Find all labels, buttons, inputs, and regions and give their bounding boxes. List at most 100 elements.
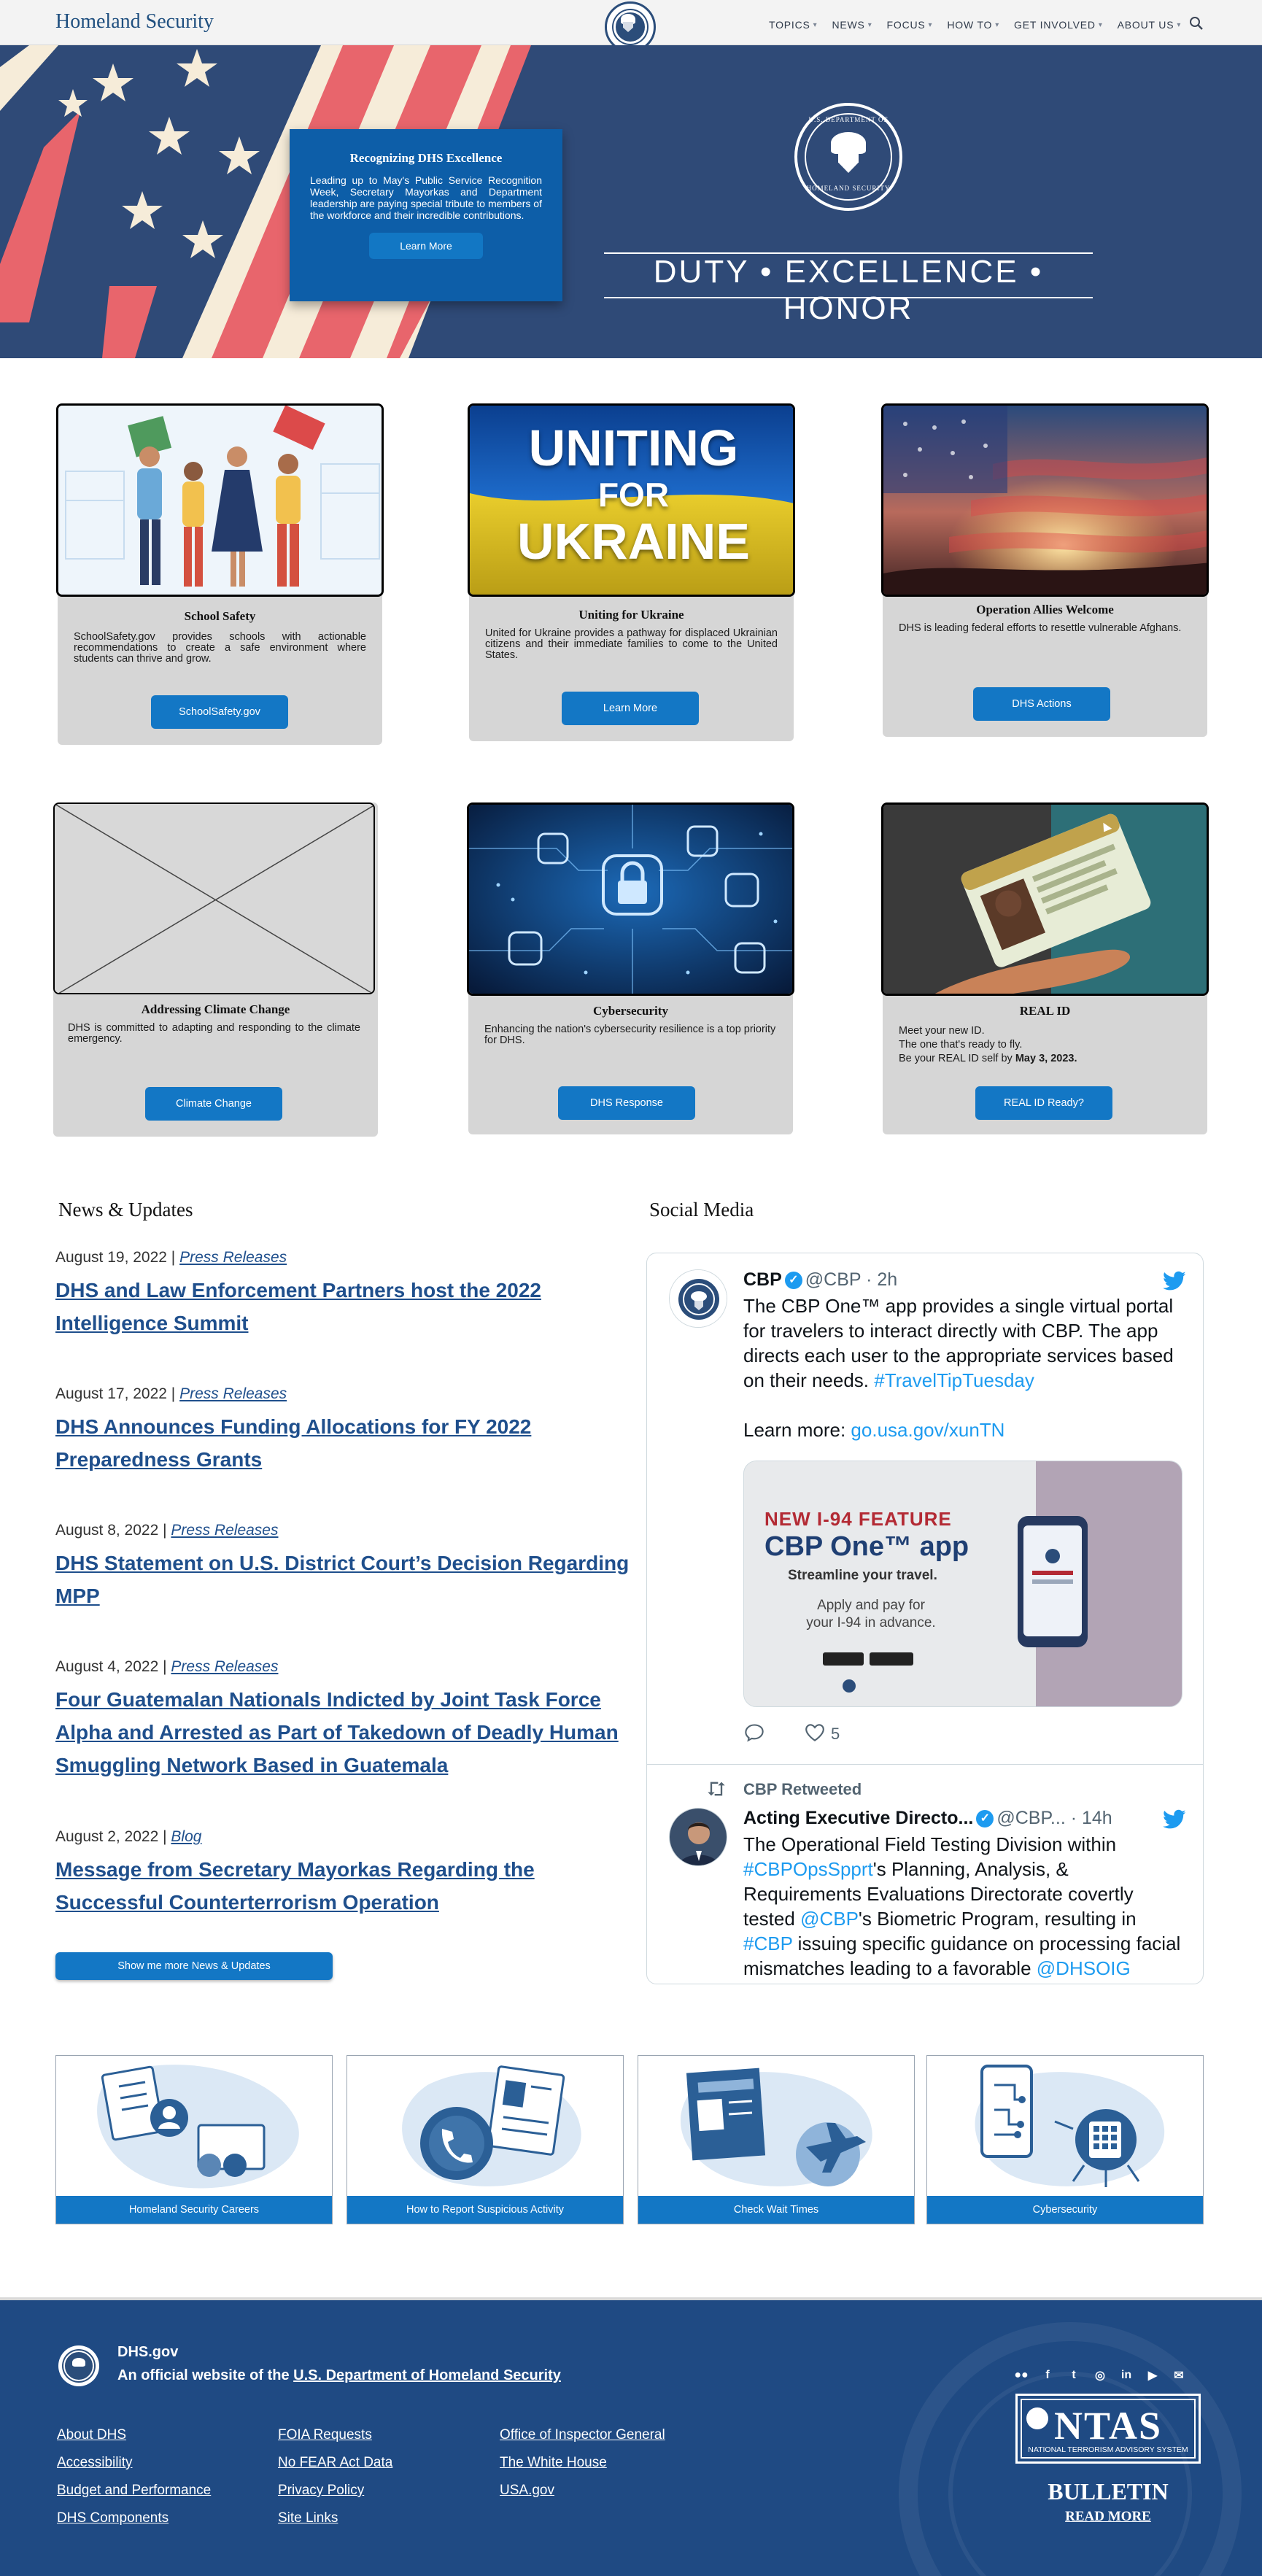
footer-link[interactable]: DHS Components [57, 2505, 211, 2532]
chevron-down-icon: ▾ [813, 20, 818, 29]
ukraine-learn-more-button[interactable]: Learn More [562, 692, 699, 725]
feature-card-cybersecurity: Cybersecurity Enhancing the nation's cyb… [467, 802, 794, 1134]
chevron-down-icon: ▾ [928, 20, 933, 29]
cybersecurity-image [467, 802, 794, 996]
reply-icon[interactable] [743, 1722, 765, 1743]
main-nav: TOPICS ▾ NEWS ▾ FOCUS ▾ HOW TO ▾ GET INVOLVE… [769, 19, 1181, 31]
news-heading: News & Updates [58, 1199, 193, 1221]
allies-welcome-image [881, 403, 1209, 597]
hashtag-link[interactable]: #CBPOpsSpprt [743, 1858, 873, 1880]
hashtag-link[interactable]: #TravelTipTuesday [874, 1369, 1034, 1391]
news-category-link[interactable]: Press Releases [179, 1385, 287, 1402]
search-icon[interactable] [1189, 16, 1204, 31]
news-title-link[interactable]: DHS Statement on U.S. District Court’s D… [55, 1547, 632, 1612]
news-category-link[interactable]: Blog [171, 1828, 201, 1845]
footer-link[interactable]: About DHS [57, 2421, 211, 2449]
footer-link[interactable]: Privacy Policy [278, 2477, 392, 2505]
footer-links-col1: About DHS Accessibility Budget and Perfo… [57, 2421, 211, 2532]
footer-link[interactable]: FOIA Requests [278, 2421, 392, 2449]
nav-topics[interactable]: TOPICS ▾ [769, 19, 818, 31]
divider [647, 1764, 1203, 1765]
tile-report-suspicious[interactable]: How to Report Suspicious Activity [347, 2055, 624, 2224]
nav-get-involved[interactable]: GET INVOLVED ▾ [1014, 19, 1103, 31]
youtube-icon[interactable]: ▶ [1144, 2367, 1161, 2384]
show-more-news-button[interactable]: Show me more News & Updates [55, 1952, 333, 1980]
news-category-link[interactable]: Press Releases [179, 1249, 287, 1266]
instagram-icon[interactable]: ◎ [1091, 2367, 1109, 2384]
like-icon[interactable] [804, 1723, 826, 1742]
site-logo[interactable]: Homeland Security [55, 10, 214, 34]
tweet-link[interactable]: go.usa.gov/xunTN [851, 1419, 1004, 1441]
footer-link[interactable]: The White House [500, 2449, 665, 2477]
climate-change-button[interactable]: Climate Change [145, 1087, 282, 1121]
card-text: DHS is committed to adapting and respond… [68, 1022, 360, 1045]
schoolsafety-button[interactable]: SchoolSafety.gov [151, 695, 288, 729]
news-title-link[interactable]: Message from Secretary Mayorkas Regardin… [55, 1853, 632, 1919]
dhs-response-button[interactable]: DHS Response [558, 1086, 695, 1120]
tile-wait-times[interactable]: Check Wait Times [638, 2055, 915, 2224]
news-title-link[interactable]: DHS and Law Enforcement Partners host th… [55, 1274, 632, 1339]
email-icon[interactable]: ✉ [1170, 2367, 1188, 2384]
nav-how-to[interactable]: HOW TO ▾ [947, 19, 999, 31]
site-footer: DHS.gov An official website of the U.S. … [0, 2297, 1262, 2576]
hero-card-text: Leading up to May's Public Service Recog… [310, 174, 542, 221]
mention-link[interactable]: @CBP [800, 1908, 859, 1930]
tweet-image[interactable]: NEW I-94 FEATURE CBP One™ app Streamline… [743, 1461, 1182, 1707]
news-title-link[interactable]: DHS Announces Funding Allocations for FY… [55, 1410, 632, 1476]
dhs-link[interactable]: U.S. Department of Homeland Security [293, 2367, 561, 2383]
twitter-icon[interactable] [1163, 1809, 1186, 1830]
twitter-icon[interactable] [1163, 1271, 1186, 1291]
footer-link[interactable]: Office of Inspector General [500, 2421, 665, 2449]
ntas-banner[interactable]: NTAS NATIONAL TERRORISM ADVISORY SYSTEM [1015, 2394, 1201, 2464]
feature-card-allies-welcome: Operation Allies Welcome DHS is leading … [881, 403, 1209, 737]
chevron-down-icon: ▾ [867, 20, 872, 29]
tile-label: Homeland Security Careers [56, 2196, 332, 2224]
linkedin-icon[interactable]: in [1118, 2367, 1135, 2384]
read-more-link[interactable]: READ MORE [1015, 2509, 1201, 2525]
footer-link[interactable]: Site Links [278, 2505, 392, 2532]
avatar[interactable] [669, 1808, 727, 1866]
footer-link[interactable]: Accessibility [57, 2449, 211, 2477]
dhs-actions-button[interactable]: DHS Actions [973, 687, 1110, 721]
tile-cybersecurity[interactable]: Cybersecurity [926, 2055, 1204, 2224]
card-title: School Safety [184, 609, 256, 623]
feature-card-school-safety: School Safety SchoolSafety.gov provides … [56, 403, 384, 745]
twitter-timeline[interactable]: CBP ✓ @CBP · 2h The CBP One™ app provides … [646, 1253, 1204, 1984]
footer-link[interactable]: USA.gov [500, 2477, 665, 2505]
mention-link[interactable]: @DHSOIG [1037, 1957, 1131, 1979]
hero-banner: Recognizing DHS Excellence Leading up to… [0, 45, 1262, 358]
like-count: 5 [831, 1725, 840, 1743]
card-title: Operation Allies Welcome [976, 603, 1114, 616]
footer-site-name: DHS.gov [117, 2344, 179, 2360]
tile-label: Check Wait Times [638, 2196, 914, 2224]
facebook-icon[interactable]: f [1039, 2367, 1056, 2384]
footer-link[interactable]: Budget and Performance [57, 2477, 211, 2505]
tile-careers[interactable]: Homeland Security Careers [55, 2055, 333, 2224]
card-title: REAL ID [1019, 1004, 1071, 1018]
news-category-link[interactable]: Press Releases [171, 1658, 278, 1675]
twitter-icon[interactable]: t [1065, 2367, 1083, 2384]
avatar[interactable] [669, 1269, 727, 1328]
footer-official: An official website of the U.S. Departme… [117, 2367, 561, 2383]
card-text: Meet your new ID. The one that's ready t… [899, 1025, 1077, 1064]
card-text: Enhancing the nation's cybersecurity res… [484, 1024, 776, 1046]
news-category-link[interactable]: Press Releases [171, 1522, 278, 1539]
flickr-icon[interactable]: ●● [1013, 2367, 1030, 2384]
learn-more-button[interactable]: Learn More [369, 233, 483, 259]
footer-link[interactable]: No FEAR Act Data [278, 2449, 392, 2477]
nav-news[interactable]: NEWS ▾ [832, 19, 872, 31]
real-id-ready-button[interactable]: REAL ID Ready? [975, 1086, 1112, 1120]
chevron-down-icon: ▾ [1098, 20, 1103, 29]
news-item: August 4, 2022 | Press Releases Four Gua… [55, 1658, 632, 1782]
nav-focus[interactable]: FOCUS ▾ [887, 19, 933, 31]
news-title-link[interactable]: Four Guatemalan Nationals Indicted by Jo… [55, 1683, 632, 1782]
card-text: DHS is leading federal efforts to resett… [899, 622, 1182, 634]
hashtag-link[interactable]: #CBP [743, 1933, 792, 1954]
tile-label: How to Report Suspicious Activity [347, 2196, 623, 2224]
hero-card: Recognizing DHS Excellence Leading up to… [290, 129, 562, 301]
real-id-image [881, 802, 1209, 996]
footer-links-col3: Office of Inspector General The White Ho… [500, 2421, 665, 2505]
nav-about-us[interactable]: ABOUT US ▾ [1118, 19, 1182, 31]
ntas-bulletin: BULLETIN [1048, 2478, 1169, 2505]
ukraine-image: UNITING FOR UKRAINE [468, 403, 795, 597]
